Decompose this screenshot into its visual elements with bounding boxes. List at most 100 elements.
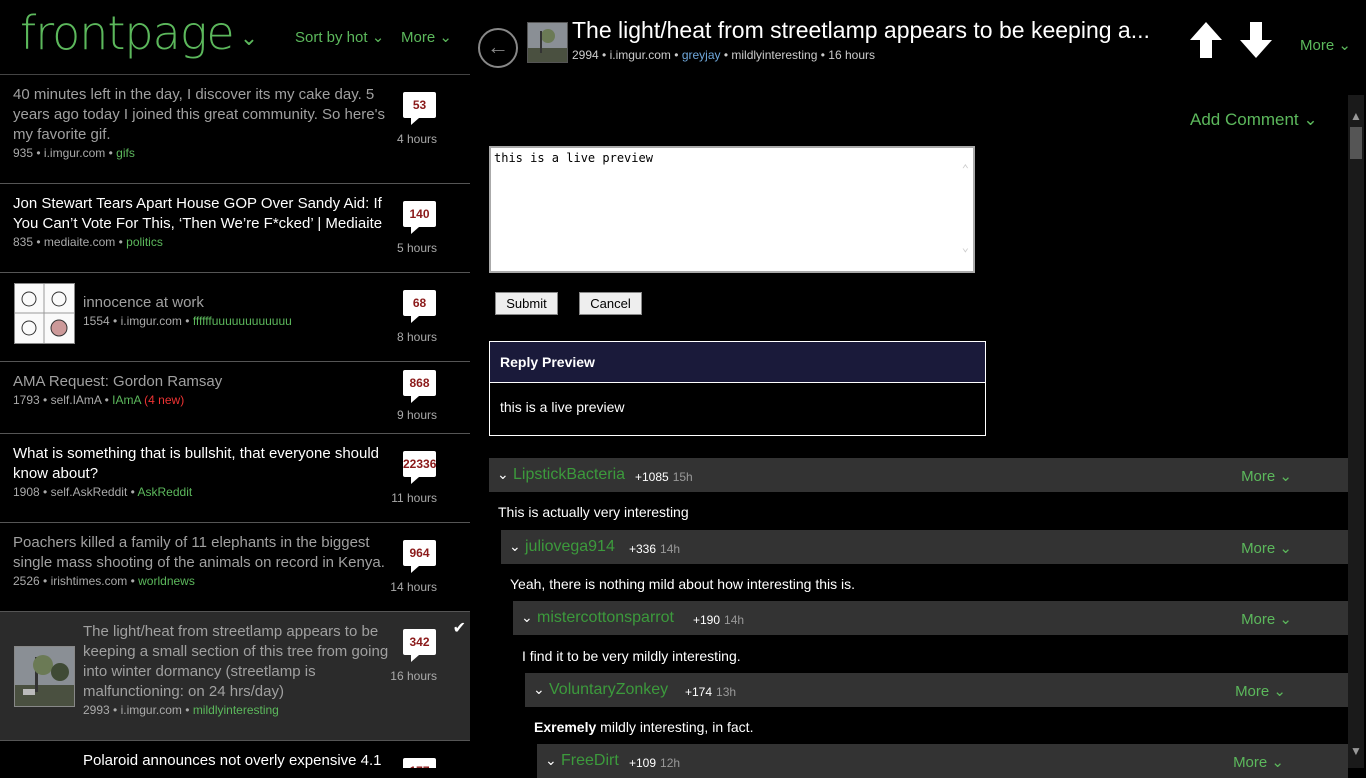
item-age: 9 hours [396,408,437,422]
comment-author[interactable]: FreeDirt [561,752,619,770]
list-item[interactable]: What is something that is bullshit, that… [0,434,470,523]
comment-time: 15h [672,470,693,484]
submit-button[interactable]: Submit [495,292,558,315]
comment-header[interactable]: ⌄ mistercottonsparrot +190 14h More ⌄ [513,601,1356,635]
comment-author[interactable]: juliovega914 [525,538,615,556]
item-subreddit[interactable]: gifs [116,146,135,160]
app-title[interactable]: frontpage ⌄ [20,6,258,60]
item-score: 835 [13,235,34,249]
comment-header[interactable]: ⌄ VoluntaryZonkey +174 13h More ⌄ [525,673,1350,707]
comment-header[interactable]: ⌄ juliovega914 +336 14h More ⌄ [501,530,1356,564]
chevron-down-icon: ⌄ [1279,468,1292,485]
scroll-up-icon[interactable]: ▲ [1350,109,1362,123]
item-title[interactable]: Jon Stewart Tears Apart House GOP Over S… [13,194,393,234]
comment-count-badge[interactable]: 22336 [403,451,436,484]
comment-count-badge[interactable]: 140 [403,201,436,234]
list-item[interactable]: Poachers killed a family of 11 elephants… [0,523,470,612]
comment-score: +190 14h [693,613,744,627]
list-item[interactable]: AMA Request: Gordon Ramsay 1793 • self.I… [0,362,470,434]
post-author[interactable]: greyjay [682,48,721,62]
post-detail-pane: ← The light/heat from streetlamp appears… [470,0,1366,778]
comment-count-badge[interactable]: 342 [403,629,436,662]
comment-header[interactable]: ⌄ FreeDirt +109 12h More ⌄ [537,744,1348,778]
reply-preview-body: this is a live preview [500,399,625,415]
list-item[interactable]: Polaroid announces not overly expensive … [0,741,470,768]
post-thumbnail[interactable] [527,22,568,63]
scrollbar[interactable]: ▲ ▼ [1348,95,1364,768]
collapse-chevron-icon[interactable]: ⌄ [521,609,533,626]
comment-count-badge[interactable]: 68 [403,290,436,323]
chevron-down-icon: ⌄ [1279,611,1292,628]
collapse-chevron-icon[interactable]: ⌄ [509,538,521,555]
comment-more-menu[interactable]: More ⌄ [1233,753,1284,771]
app-title-text: frontpage [20,6,235,60]
item-subreddit[interactable]: politics [126,235,163,249]
post-more-menu[interactable]: More ⌄ [1300,36,1351,54]
comment-body: I find it to be very mildly interesting. [522,648,741,664]
item-title[interactable]: AMA Request: Gordon Ramsay [13,372,393,392]
item-subreddit[interactable]: IAmA [112,393,141,407]
item-domain: i.imgur.com [120,314,182,328]
item-domain: self.IAmA [50,393,102,407]
item-subreddit[interactable]: mildlyinteresting [193,703,279,717]
item-age: 14 hours [390,580,437,594]
item-title[interactable]: Polaroid announces not overly expensive … [83,751,395,768]
item-subreddit[interactable]: ffffffuuuuuuuuuuuu [193,314,292,328]
list-item[interactable]: innocence at work 1554 • i.imgur.com • f… [0,273,470,362]
comment-author[interactable]: LipstickBacteria [513,466,625,484]
downvote-arrow-icon[interactable] [1238,20,1274,60]
chevron-down-icon: ⌄ [1279,540,1292,557]
add-comment-label: Add Comment [1190,110,1299,129]
comment-count-badge[interactable]: 53 [403,92,436,125]
comment-header[interactable]: ⌄ LipstickBacteria +1085 15h More ⌄ [489,458,1356,492]
item-subreddit[interactable]: AskReddit [138,485,193,499]
scroll-up-icon[interactable]: ⌃ [962,162,969,176]
more-label: More [1235,683,1270,700]
back-arrow-icon[interactable]: ← [478,28,518,68]
add-comment-button[interactable]: Add Comment ⌄ [1190,110,1318,130]
comment-body: Yeah, there is nothing mild about how in… [510,576,856,592]
cancel-button[interactable]: Cancel [579,292,642,315]
comment-count-badge[interactable]: 177 [403,758,436,768]
comment-author[interactable]: VoluntaryZonkey [549,681,668,699]
collapse-chevron-icon[interactable]: ⌄ [545,752,557,769]
item-age: 16 hours [390,669,437,683]
chevron-down-icon: ⌄ [1271,754,1284,771]
comment-textarea[interactable]: this is a live preview ⌃ ⌄ [489,146,975,273]
comment-author[interactable]: mistercottonsparrot [537,609,674,627]
item-title[interactable]: Poachers killed a family of 11 elephants… [13,533,393,573]
comment-more-menu[interactable]: More ⌄ [1241,610,1292,628]
item-thumbnail[interactable] [14,283,75,344]
comment-more-menu[interactable]: More ⌄ [1241,539,1292,557]
item-meta: 2993 • i.imgur.com • mildlyinteresting [83,703,279,717]
list-item[interactable]: 40 minutes left in the day, I discover i… [0,75,470,184]
scroll-down-icon[interactable]: ⌄ [962,240,969,254]
comment-textarea-value: this is a live preview [494,151,653,165]
more-label: More [1233,754,1268,771]
item-meta: 835 • mediaite.com • politics [13,235,163,249]
item-subreddit[interactable]: worldnews [138,574,195,588]
item-score: 935 [13,146,34,160]
reply-preview: Reply Preview this is a live preview [489,341,986,436]
item-thumbnail[interactable] [14,646,75,707]
item-title[interactable]: 40 minutes left in the day, I discover i… [13,85,393,145]
comment-count-badge[interactable]: 868 [403,370,436,403]
scroll-down-icon[interactable]: ▼ [1350,744,1362,758]
sort-menu[interactable]: Sort by hot ⌄ [295,28,384,46]
item-title[interactable]: The light/heat from streetlamp appears t… [83,622,395,702]
list-item[interactable]: Jon Stewart Tears Apart House GOP Over S… [0,184,470,273]
left-more-menu[interactable]: More ⌄ [401,28,452,46]
item-title[interactable]: innocence at work [83,293,383,313]
comment-count-badge[interactable]: 964 [403,540,436,573]
collapse-chevron-icon[interactable]: ⌄ [497,466,509,483]
item-domain: mediaite.com [43,235,116,249]
post-subreddit[interactable]: mildlyinteresting [731,48,817,62]
item-title[interactable]: What is something that is bullshit, that… [13,444,393,484]
scrollbar-thumb[interactable] [1350,127,1362,159]
collapse-chevron-icon[interactable]: ⌄ [533,681,545,698]
upvote-arrow-icon[interactable] [1188,20,1224,60]
comment-more-menu[interactable]: More ⌄ [1235,682,1286,700]
list-item-selected[interactable]: The light/heat from streetlamp appears t… [0,612,470,741]
comment-more-menu[interactable]: More ⌄ [1241,467,1292,485]
reply-preview-title: Reply Preview [490,342,985,383]
